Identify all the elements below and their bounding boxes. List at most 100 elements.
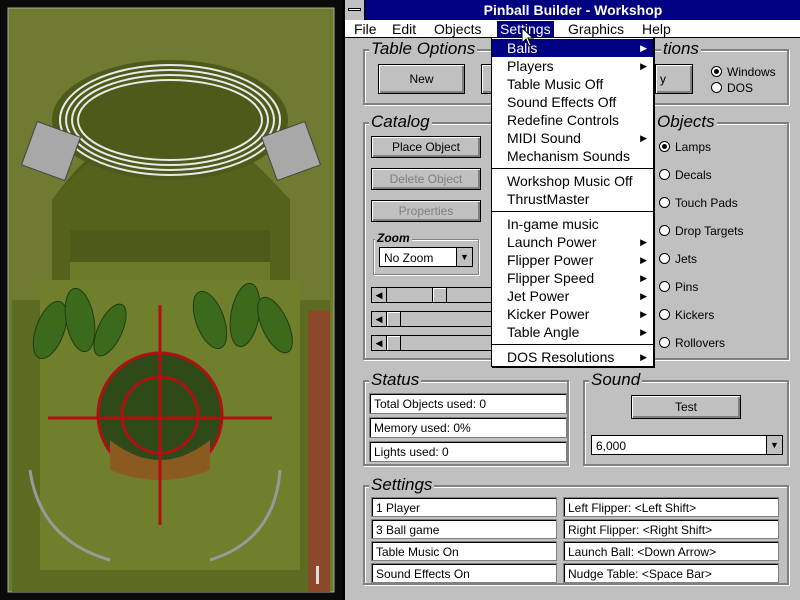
- menu-item-redefine-controls[interactable]: Redefine Controls: [492, 111, 653, 129]
- sound-test-button[interactable]: Test: [631, 395, 741, 419]
- scroll-slider-1[interactable]: ◀: [371, 287, 497, 303]
- properties-button[interactable]: Properties: [371, 200, 481, 222]
- slider-thumb[interactable]: [386, 312, 401, 326]
- catalog-title: Catalog: [369, 112, 432, 131]
- radio-dot: [659, 141, 670, 152]
- submenu-arrow-icon: ▶: [640, 273, 647, 283]
- status-lights: Lights used: 0: [369, 441, 567, 462]
- menu-item-flipper-power[interactable]: Flipper Power ▶: [492, 251, 653, 269]
- slider-thumb[interactable]: [386, 336, 401, 350]
- object-radio-drop-targets[interactable]: Drop Targets: [659, 224, 743, 238]
- arrow-left-icon[interactable]: ◀: [372, 288, 387, 302]
- menu-bar: File Edit Objects Settings Graphics Help: [345, 20, 800, 38]
- radio-dot: [711, 82, 722, 93]
- chevron-down-icon[interactable]: ▼: [766, 436, 782, 454]
- arrow-left-icon[interactable]: ◀: [372, 312, 387, 326]
- object-radio-kickers[interactable]: Kickers: [659, 308, 714, 322]
- menu-item-mechanism-sounds[interactable]: Mechanism Sounds: [492, 147, 653, 165]
- status-total-objects: Total Objects used: 0: [369, 393, 567, 414]
- object-radio-pins[interactable]: Pins: [659, 280, 698, 294]
- submenu-arrow-icon: ▶: [640, 133, 647, 143]
- submenu-arrow-icon: ▶: [640, 61, 647, 71]
- sound-title: Sound: [589, 370, 643, 389]
- place-object-button[interactable]: Place Object: [371, 136, 481, 158]
- object-radio-rollovers[interactable]: Rollovers: [659, 336, 725, 350]
- menu-file[interactable]: File: [351, 21, 380, 37]
- settings-sound-effects: Sound Effects On: [371, 563, 557, 583]
- menu-item-flipper-speed[interactable]: Flipper Speed ▶: [492, 269, 653, 287]
- menu-separator: [492, 344, 653, 345]
- object-radio-jets[interactable]: Jets: [659, 252, 697, 266]
- settings-dropdown-menu: Balls ▶ Players ▶ Table Music Off Sound Ef…: [491, 37, 654, 367]
- menu-item-table-angle[interactable]: Table Angle ▶: [492, 323, 653, 341]
- status-memory: Memory used: 0%: [369, 417, 567, 438]
- submenu-arrow-icon: ▶: [640, 309, 647, 319]
- menu-item-thrustmaster[interactable]: ThrustMaster: [492, 190, 653, 208]
- table-options-button-fragment[interactable]: y: [655, 64, 693, 94]
- zoom-label: Zoom: [375, 231, 412, 245]
- menu-item-in-game-music[interactable]: In-game music: [492, 215, 653, 233]
- menu-item-midi-sound[interactable]: MIDI Sound ▶: [492, 129, 653, 147]
- playfield-canvas[interactable]: [0, 0, 342, 600]
- scroll-slider-3[interactable]: ◀: [371, 335, 497, 351]
- menu-item-dos-resolutions[interactable]: DOS Resolutions ▶: [492, 348, 653, 366]
- mouse-cursor-icon: [522, 28, 534, 47]
- menu-help[interactable]: Help: [639, 21, 674, 37]
- radio-dot: [659, 225, 670, 236]
- menu-item-balls[interactable]: Balls ▶: [492, 39, 653, 57]
- radio-dot: [659, 281, 670, 292]
- new-table-button[interactable]: New: [378, 64, 465, 94]
- scroll-slider-2[interactable]: ◀: [371, 311, 497, 327]
- radio-dot: [659, 309, 670, 320]
- radio-dos[interactable]: DOS: [711, 81, 753, 95]
- submenu-arrow-icon: ▶: [640, 255, 647, 265]
- settings-table-music: Table Music On: [371, 541, 557, 561]
- playfield-graphic: [0, 0, 342, 600]
- submenu-arrow-icon: ▶: [640, 352, 647, 362]
- screen: Pinball Builder - Workshop File Edit Obj…: [0, 0, 800, 600]
- menu-item-players[interactable]: Players ▶: [492, 57, 653, 75]
- radio-dot: [711, 66, 722, 77]
- settings-balls: 3 Ball game: [371, 519, 557, 539]
- radio-dot: [659, 169, 670, 180]
- menu-graphics[interactable]: Graphics: [565, 21, 627, 37]
- object-radio-decals[interactable]: Decals: [659, 168, 712, 182]
- slider-thumb[interactable]: [432, 288, 447, 302]
- delete-object-button[interactable]: Delete Object: [371, 168, 481, 190]
- radio-windows[interactable]: Windows: [711, 65, 776, 79]
- menu-item-kicker-power[interactable]: Kicker Power ▶: [492, 305, 653, 323]
- menu-objects[interactable]: Objects: [431, 21, 484, 37]
- title-bar[interactable]: Pinball Builder - Workshop: [345, 0, 800, 20]
- submenu-arrow-icon: ▶: [640, 291, 647, 301]
- menu-item-table-music-off[interactable]: Table Music Off: [492, 75, 653, 93]
- object-radio-touch-pads[interactable]: Touch Pads: [659, 196, 738, 210]
- settings-launch-ball: Launch Ball: <Down Arrow>: [563, 541, 779, 561]
- menu-edit[interactable]: Edit: [389, 21, 419, 37]
- settings-left-flipper: Left Flipper: <Left Shift>: [563, 497, 779, 517]
- object-radio-lamps[interactable]: Lamps: [659, 140, 711, 154]
- status-title: Status: [369, 370, 422, 389]
- chevron-down-icon[interactable]: ▼: [456, 248, 472, 266]
- radio-dot: [659, 253, 670, 264]
- menu-item-workshop-music-off[interactable]: Workshop Music Off: [492, 172, 653, 190]
- settings-title: Settings: [369, 475, 435, 494]
- settings-right-flipper: Right Flipper: <Right Shift>: [563, 519, 779, 539]
- settings-nudge-table: Nudge Table: <Space Bar>: [563, 563, 779, 583]
- menu-item-launch-power[interactable]: Launch Power ▶: [492, 233, 653, 251]
- menu-item-sound-effects-off[interactable]: Sound Effects Off: [492, 93, 653, 111]
- radio-dot: [659, 337, 670, 348]
- submenu-arrow-icon: ▶: [640, 327, 647, 337]
- radio-dot: [659, 197, 670, 208]
- arrow-left-icon[interactable]: ◀: [372, 336, 387, 350]
- objects-group: [651, 122, 789, 360]
- zoom-select[interactable]: No Zoom ▼: [379, 247, 473, 267]
- sound-rate-select[interactable]: 6,000 ▼: [591, 435, 783, 455]
- submenu-arrow-icon: ▶: [640, 43, 647, 53]
- table-options-title: Table Options: [369, 39, 478, 58]
- objects-title: Objects: [655, 112, 717, 131]
- submenu-arrow-icon: ▶: [640, 237, 647, 247]
- settings-players: 1 Player: [371, 497, 557, 517]
- menu-separator: [492, 168, 653, 169]
- table-options-title-fragment: tions: [661, 39, 701, 58]
- menu-item-jet-power[interactable]: Jet Power ▶: [492, 287, 653, 305]
